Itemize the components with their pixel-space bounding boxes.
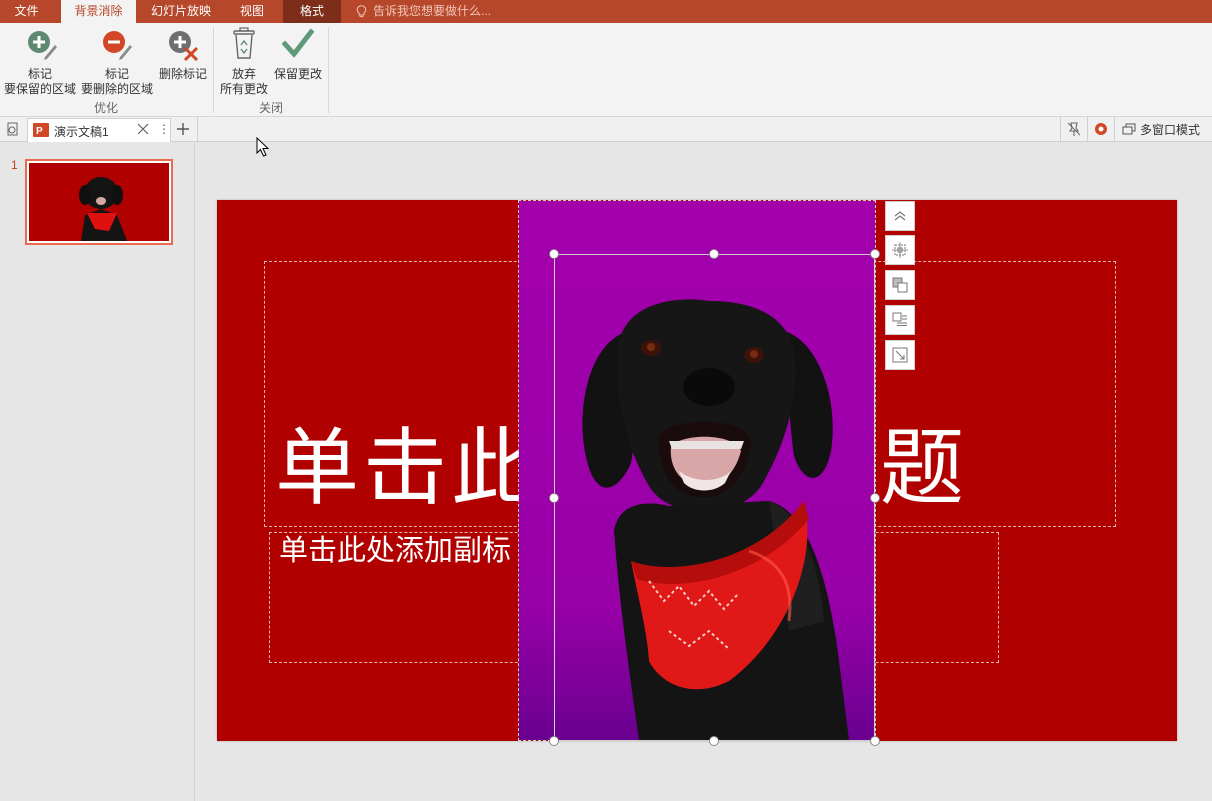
collapse-toolbar-button[interactable] bbox=[885, 201, 915, 231]
document-tab-name: 演示文稿1 bbox=[54, 125, 109, 139]
document-tab[interactable]: P 演示文稿1 ⋮ bbox=[27, 118, 171, 142]
more-options-icon[interactable]: ⋮ bbox=[158, 122, 170, 136]
discard-label-2: 所有更改 bbox=[219, 82, 268, 96]
document-list-icon[interactable] bbox=[6, 122, 20, 136]
mark-remove-button[interactable]: 标记 要删除的区域 bbox=[79, 27, 155, 97]
resize-icon bbox=[892, 347, 908, 363]
delete-mark-icon bbox=[169, 31, 199, 61]
ribbon-tab-bar: 文件 背景消除 幻灯片放映 视图 格式 告诉我您想要做什么... bbox=[0, 0, 1212, 23]
dog-image bbox=[519, 201, 875, 740]
mark-remove-label-2: 要删除的区域 bbox=[80, 82, 153, 96]
strip-separator bbox=[197, 117, 198, 142]
svg-text:P: P bbox=[36, 126, 43, 137]
group-label-refine: 优化 bbox=[93, 101, 118, 115]
add-tab-icon[interactable] bbox=[176, 122, 190, 136]
arrange-button[interactable] bbox=[885, 270, 915, 300]
tab-slideshow[interactable]: 幻灯片放映 bbox=[142, 0, 220, 23]
group-separator bbox=[213, 27, 214, 113]
gear-icon[interactable] bbox=[1093, 121, 1109, 137]
text-wrap-icon bbox=[892, 312, 907, 326]
resize-handle-top-left[interactable] bbox=[549, 249, 559, 259]
subtitle-text: 单击此处添加副标 bbox=[279, 533, 512, 567]
mark-remove-icon bbox=[103, 31, 132, 60]
group-separator bbox=[328, 27, 329, 113]
resize-handle-top[interactable] bbox=[709, 249, 719, 259]
tell-me-placeholder: 告诉我您想要做什么... bbox=[373, 4, 492, 18]
strip-separator bbox=[1060, 117, 1061, 142]
mouse-cursor-icon bbox=[256, 137, 270, 157]
pin-icon[interactable] bbox=[1066, 121, 1082, 137]
powerpoint-file-icon: P bbox=[33, 123, 49, 137]
resize-handle-left[interactable] bbox=[549, 493, 559, 503]
strip-separator bbox=[1114, 117, 1115, 142]
align-button[interactable] bbox=[885, 235, 915, 265]
delete-mark-button[interactable]: 删除标记 bbox=[156, 27, 210, 97]
crop-button[interactable] bbox=[885, 340, 915, 370]
slide-thumbnail[interactable] bbox=[25, 159, 173, 245]
mark-keep-icon bbox=[28, 31, 57, 60]
wrap-button[interactable] bbox=[885, 305, 915, 335]
dog-photo[interactable] bbox=[518, 200, 876, 741]
multi-window-label: 多窗口模式 bbox=[1140, 123, 1201, 137]
resize-handle-right[interactable] bbox=[870, 493, 880, 503]
mark-keep-label-2: 要保留的区域 bbox=[3, 82, 76, 96]
slide-thumbnail-pane: 1 bbox=[0, 143, 195, 801]
ribbon: 标记 要保留的区域 标记 要删除的区域 删除标记 优化 放弃 所有更改 保留更改… bbox=[0, 23, 1212, 117]
mark-keep-button[interactable]: 标记 要保留的区域 bbox=[2, 27, 78, 97]
close-icon[interactable] bbox=[137, 123, 149, 135]
mark-keep-label-1: 标记 bbox=[27, 67, 52, 81]
tab-format[interactable]: 格式 bbox=[283, 0, 341, 23]
resize-handle-bottom-left[interactable] bbox=[549, 736, 559, 746]
bring-forward-icon bbox=[892, 277, 908, 293]
keep-changes-label: 保留更改 bbox=[273, 67, 322, 81]
resize-handle-top-right[interactable] bbox=[870, 249, 880, 259]
strip-separator bbox=[1087, 117, 1088, 142]
resize-handle-bottom[interactable] bbox=[709, 736, 719, 746]
title-text-right: 题 bbox=[880, 419, 965, 517]
slide-number: 1 bbox=[11, 158, 18, 172]
align-center-icon bbox=[892, 242, 908, 258]
document-tab-strip: P 演示文稿1 ⋮ 多窗口模式 bbox=[0, 117, 1212, 142]
lightbulb-icon bbox=[356, 5, 367, 18]
mark-remove-label-1: 标记 bbox=[104, 67, 129, 81]
title-text-left: 单击此 bbox=[275, 419, 540, 517]
discard-label-1: 放弃 bbox=[231, 67, 256, 81]
discard-changes-button[interactable]: 放弃 所有更改 bbox=[216, 27, 272, 97]
chevron-up-icon bbox=[894, 211, 906, 221]
delete-mark-label: 删除标记 bbox=[158, 67, 207, 81]
tab-file[interactable]: 文件 bbox=[0, 0, 53, 23]
group-label-close: 关闭 bbox=[258, 101, 283, 115]
windows-icon bbox=[1122, 123, 1136, 135]
recycle-bin-icon bbox=[233, 27, 255, 59]
tab-background-removal[interactable]: 背景消除 bbox=[61, 0, 136, 23]
thumbnail-dog-image bbox=[79, 177, 127, 241]
tab-view[interactable]: 视图 bbox=[228, 0, 276, 23]
resize-handle-bottom-right[interactable] bbox=[870, 736, 880, 746]
checkmark-icon bbox=[282, 28, 314, 58]
keep-changes-button[interactable]: 保留更改 bbox=[272, 27, 324, 97]
